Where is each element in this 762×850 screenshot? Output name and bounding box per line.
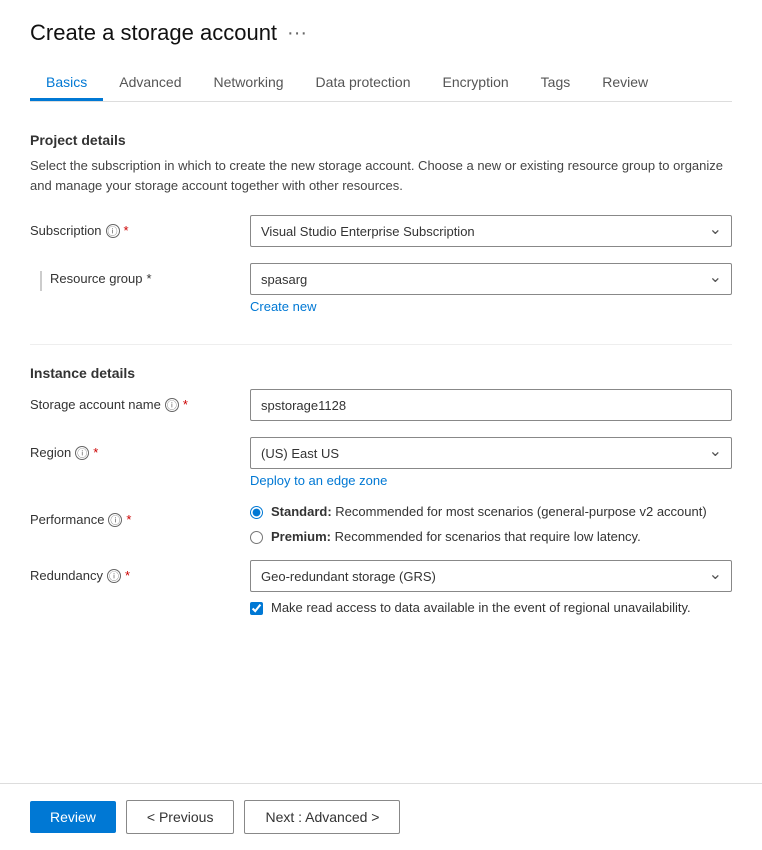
review-button[interactable]: Review — [30, 801, 116, 833]
performance-radio-group: Standard: Recommended for most scenarios… — [250, 504, 732, 544]
region-select[interactable]: (US) East US — [250, 437, 732, 469]
storage-name-control — [250, 389, 732, 421]
redundancy-control: Geo-redundant storage (GRS) Make read ac… — [250, 560, 732, 615]
create-new-link[interactable]: Create new — [250, 299, 732, 314]
resource-group-select[interactable]: spasarg — [250, 263, 732, 295]
performance-standard-radio[interactable] — [250, 506, 263, 519]
storage-name-row: Storage account name ⓘ * — [30, 389, 732, 421]
instance-details-title: Instance details — [30, 365, 732, 381]
resource-group-control: spasarg Create new — [250, 263, 732, 314]
subscription-required: * — [124, 223, 129, 238]
performance-premium-option[interactable]: Premium: Recommended for scenarios that … — [250, 529, 732, 544]
region-control: (US) East US Deploy to an edge zone — [250, 437, 732, 488]
performance-control: Standard: Recommended for most scenarios… — [250, 504, 732, 544]
resource-group-required: * — [147, 271, 152, 286]
subscription-select[interactable]: Visual Studio Enterprise Subscription — [250, 215, 732, 247]
read-access-checkbox[interactable] — [250, 602, 263, 615]
storage-name-required: * — [183, 397, 188, 412]
instance-details-section: Instance details Storage account name ⓘ … — [30, 365, 732, 615]
subscription-row: Subscription ⓘ * Visual Studio Enterpris… — [30, 215, 732, 247]
performance-info-icon[interactable]: ⓘ — [108, 513, 122, 527]
read-access-checkbox-row[interactable]: Make read access to data available in th… — [250, 600, 732, 615]
redundancy-label: Redundancy — [30, 568, 103, 583]
subscription-label: Subscription — [30, 223, 102, 238]
section-divider — [30, 344, 732, 345]
tab-review[interactable]: Review — [586, 66, 664, 101]
redundancy-select[interactable]: Geo-redundant storage (GRS) — [250, 560, 732, 592]
region-info-icon[interactable]: ⓘ — [75, 446, 89, 460]
redundancy-required: * — [125, 568, 130, 583]
subscription-control: Visual Studio Enterprise Subscription — [250, 215, 732, 247]
project-details-desc: Select the subscription in which to crea… — [30, 156, 732, 195]
previous-button[interactable]: < Previous — [126, 800, 235, 834]
next-button[interactable]: Next : Advanced > — [244, 800, 400, 834]
tab-tags[interactable]: Tags — [525, 66, 587, 101]
tab-advanced[interactable]: Advanced — [103, 66, 197, 101]
tab-basics[interactable]: Basics — [30, 66, 103, 101]
redundancy-row: Redundancy ⓘ * Geo-redundant storage (GR… — [30, 560, 732, 615]
performance-label: Performance — [30, 512, 104, 527]
resource-group-row: Resource group * spasarg Create new — [30, 263, 732, 314]
indent-line — [40, 271, 42, 291]
storage-name-input[interactable] — [250, 389, 732, 421]
project-details-section: Project details Select the subscription … — [30, 132, 732, 314]
read-access-label: Make read access to data available in th… — [271, 600, 691, 615]
page-title: Create a storage account — [30, 20, 277, 46]
tab-bar: Basics Advanced Networking Data protecti… — [30, 66, 732, 102]
region-label: Region — [30, 445, 71, 460]
deploy-edge-zone-link[interactable]: Deploy to an edge zone — [250, 473, 732, 488]
region-required: * — [93, 445, 98, 460]
subscription-info-icon[interactable]: ⓘ — [106, 224, 120, 238]
performance-standard-option[interactable]: Standard: Recommended for most scenarios… — [250, 504, 732, 519]
footer: Review < Previous Next : Advanced > — [0, 783, 762, 850]
tab-encryption[interactable]: Encryption — [427, 66, 525, 101]
performance-standard-label: Standard: Recommended for most scenarios… — [271, 504, 707, 519]
storage-name-label: Storage account name — [30, 397, 161, 412]
tab-networking[interactable]: Networking — [198, 66, 300, 101]
page-title-dots[interactable]: ··· — [287, 22, 307, 45]
performance-row: Performance ⓘ * Standard: Recommended fo… — [30, 504, 732, 544]
project-details-title: Project details — [30, 132, 732, 148]
resource-group-label: Resource group — [50, 271, 143, 286]
performance-required: * — [126, 512, 131, 527]
performance-premium-label: Premium: Recommended for scenarios that … — [271, 529, 641, 544]
region-row: Region ⓘ * (US) East US Deploy to an edg… — [30, 437, 732, 488]
tab-data-protection[interactable]: Data protection — [300, 66, 427, 101]
redundancy-info-icon[interactable]: ⓘ — [107, 569, 121, 583]
performance-premium-radio[interactable] — [250, 531, 263, 544]
storage-name-info-icon[interactable]: ⓘ — [165, 398, 179, 412]
